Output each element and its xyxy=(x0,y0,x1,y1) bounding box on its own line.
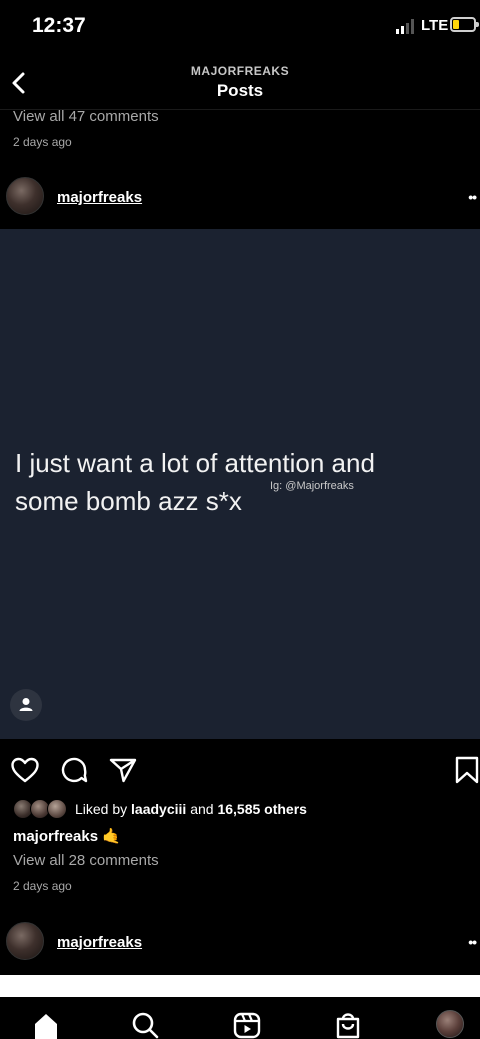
view-all-comments-link[interactable]: View all 47 comments xyxy=(13,108,159,125)
post-username[interactable]: majorfreaks xyxy=(57,934,142,951)
nav-header: MAJORFREAKS Posts xyxy=(0,56,480,110)
avatar[interactable] xyxy=(6,177,44,215)
paper-plane-icon[interactable] xyxy=(108,755,138,785)
caption-username[interactable]: majorfreaks xyxy=(13,828,98,845)
comment-icon[interactable] xyxy=(59,755,89,785)
profile-avatar[interactable] xyxy=(436,1010,464,1038)
reels-icon[interactable] xyxy=(233,1011,261,1039)
network-type: LTE xyxy=(421,17,449,34)
content-divider xyxy=(0,975,480,997)
avatar xyxy=(47,799,67,819)
home-icon[interactable] xyxy=(32,1011,60,1039)
view-all-comments-link[interactable]: View all 28 comments xyxy=(13,852,159,869)
post-time: 2 days ago xyxy=(13,879,72,893)
post-username[interactable]: majorfreaks xyxy=(57,189,142,206)
post-header: majorfreaks •• xyxy=(0,176,480,218)
caption-emoji: 🤙 xyxy=(102,828,121,845)
bookmark-icon[interactable] xyxy=(452,755,480,785)
signal-icon xyxy=(396,19,414,34)
liked-by-user[interactable]: laadyciii xyxy=(131,801,186,817)
liked-by-row[interactable]: Liked by laadyciii and 16,585 others xyxy=(13,799,473,821)
liked-and: and xyxy=(186,801,218,817)
liked-prefix: Liked by xyxy=(75,801,132,817)
page-title: Posts xyxy=(216,81,264,100)
status-time: 12:37 xyxy=(32,14,86,37)
tagged-people-button[interactable] xyxy=(10,689,42,721)
heart-icon[interactable] xyxy=(10,755,40,785)
watermark: Ig: @Majorfreaks xyxy=(270,480,354,492)
next-post-header: majorfreaks •• xyxy=(0,921,480,963)
liked-others[interactable]: 16,585 others xyxy=(217,801,307,817)
tab-bar xyxy=(0,997,480,1039)
more-options-icon[interactable]: •• xyxy=(468,934,477,950)
person-icon xyxy=(19,698,33,711)
status-bar: 12:37 LTE xyxy=(0,0,480,56)
liked-by-text: Liked by laadyciii and 16,585 others xyxy=(75,801,307,817)
account-name: MAJORFREAKS xyxy=(190,64,290,78)
battery-icon xyxy=(450,17,479,32)
more-options-icon[interactable]: •• xyxy=(468,189,477,205)
search-icon[interactable] xyxy=(131,1011,159,1039)
caption: majorfreaks 🤙 xyxy=(13,827,121,845)
post-image-text: I just want a lot of attention and some … xyxy=(15,448,375,516)
post-time: 2 days ago xyxy=(13,135,72,149)
avatar[interactable] xyxy=(6,922,44,960)
shop-icon[interactable] xyxy=(334,1011,362,1039)
